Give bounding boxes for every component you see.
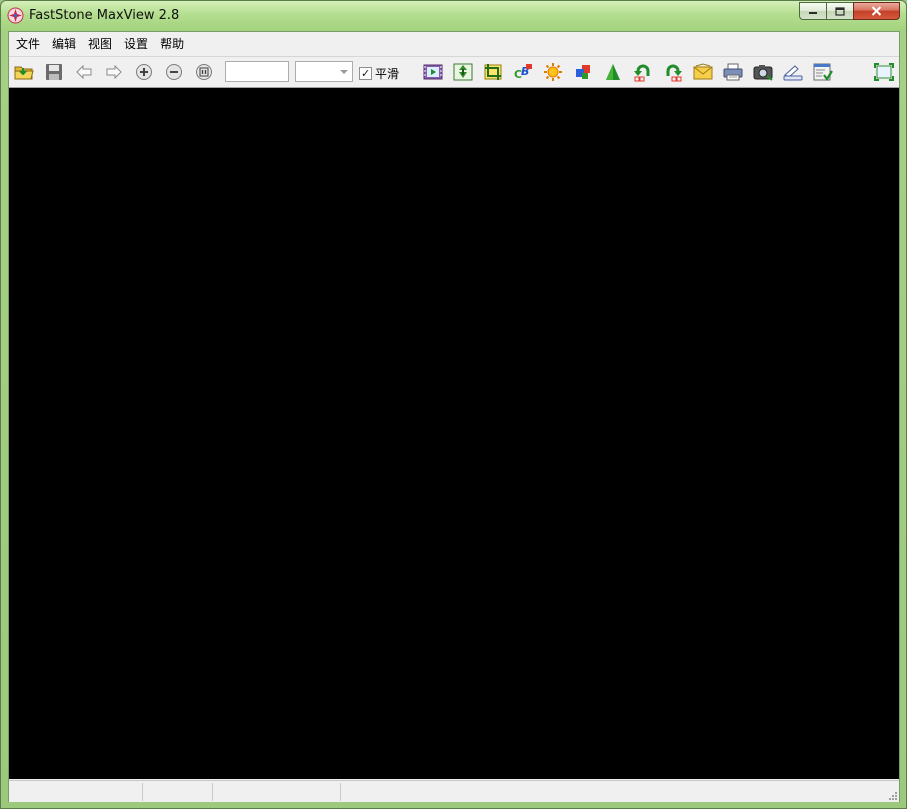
app-logo-icon [7, 7, 24, 24]
print-icon [723, 63, 743, 81]
capture-button[interactable] [752, 61, 774, 83]
resize-grip-icon[interactable] [887, 790, 897, 800]
title-bar[interactable]: FastStone MaxView 2.8 [1, 1, 906, 31]
color-adjust-icon [576, 65, 590, 79]
email-button[interactable] [692, 61, 714, 83]
properties-icon [813, 63, 833, 81]
zoom-input[interactable] [225, 61, 289, 82]
email-icon [693, 63, 713, 80]
window-title: FastStone MaxView 2.8 [29, 8, 180, 23]
next-button[interactable] [103, 61, 125, 83]
zoom-dropdown[interactable] [295, 61, 353, 82]
actual-size-button[interactable] [193, 61, 215, 83]
print-button[interactable] [722, 61, 744, 83]
resize-icon [453, 63, 473, 81]
checkmark-icon: ✓ [361, 66, 371, 80]
menu-edit[interactable]: 编辑 [46, 32, 82, 56]
chevron-down-icon [340, 70, 348, 74]
scan-button[interactable] [782, 61, 804, 83]
status-panel-1 [9, 783, 143, 801]
fullscreen-icon [874, 63, 894, 81]
status-panel-3 [213, 783, 341, 801]
save-icon [46, 64, 62, 80]
menu-settings[interactable]: 设置 [118, 32, 154, 56]
color-adjust-button[interactable] [572, 61, 594, 83]
maximize-button[interactable] [826, 2, 853, 20]
slideshow-icon [423, 64, 443, 80]
color-balance-button[interactable]: C B [512, 61, 534, 83]
crop-icon [484, 64, 502, 80]
menu-view[interactable]: 视图 [82, 32, 118, 56]
properties-button[interactable] [812, 61, 834, 83]
zoom-in-button[interactable] [133, 61, 155, 83]
rotate-right-button[interactable] [662, 61, 684, 83]
rotate-left-icon [634, 64, 650, 82]
menu-help[interactable]: 帮助 [154, 32, 190, 56]
smooth-label: 平滑 [375, 66, 400, 81]
toolbar: ✓ 平滑 C B [9, 57, 899, 87]
image-viewport[interactable] [9, 87, 899, 779]
open-folder-icon [14, 66, 34, 80]
smooth-checkbox-group[interactable]: ✓ 平滑 [359, 65, 399, 81]
close-icon [871, 6, 882, 16]
minimize-icon [809, 12, 817, 14]
save-button[interactable] [43, 61, 65, 83]
status-panel-2 [143, 783, 213, 801]
rotate-right-icon [666, 64, 682, 82]
brightness-icon [544, 63, 562, 81]
rotate-left-button[interactable] [632, 61, 654, 83]
next-arrow-icon [106, 64, 122, 80]
caption-buttons [799, 2, 900, 21]
brightness-button[interactable] [542, 61, 564, 83]
sharpen-icon [606, 64, 620, 80]
sharpen-button[interactable] [602, 61, 624, 83]
minimize-button[interactable] [799, 2, 826, 20]
status-bar [9, 780, 899, 802]
close-button[interactable] [853, 2, 900, 20]
zoom-in-icon [136, 64, 152, 80]
zoom-out-button[interactable] [163, 61, 185, 83]
smooth-checkbox[interactable]: ✓ [359, 66, 372, 80]
crop-button[interactable] [482, 61, 504, 83]
maximize-icon [835, 6, 845, 16]
client-area: 文件 编辑 视图 设置 帮助 ✓ 平滑 C B [8, 31, 900, 802]
resize-button[interactable] [452, 61, 474, 83]
scan-icon [783, 65, 803, 81]
menu-file[interactable]: 文件 [9, 32, 46, 56]
app-window: FastStone MaxView 2.8 文件 编辑 视图 设置 帮助 ✓ 平… [0, 0, 907, 809]
previous-arrow-icon [76, 64, 92, 80]
zoom-out-icon [166, 64, 182, 80]
actual-size-icon [196, 64, 212, 80]
previous-button[interactable] [73, 61, 95, 83]
fullscreen-button[interactable] [873, 61, 895, 83]
menu-bar: 文件 编辑 视图 设置 帮助 [9, 32, 899, 56]
color-balance-icon: C B [514, 64, 532, 81]
slideshow-button[interactable] [422, 61, 444, 83]
open-button[interactable] [13, 61, 35, 83]
status-panel-4 [341, 783, 881, 801]
capture-icon [753, 65, 773, 81]
